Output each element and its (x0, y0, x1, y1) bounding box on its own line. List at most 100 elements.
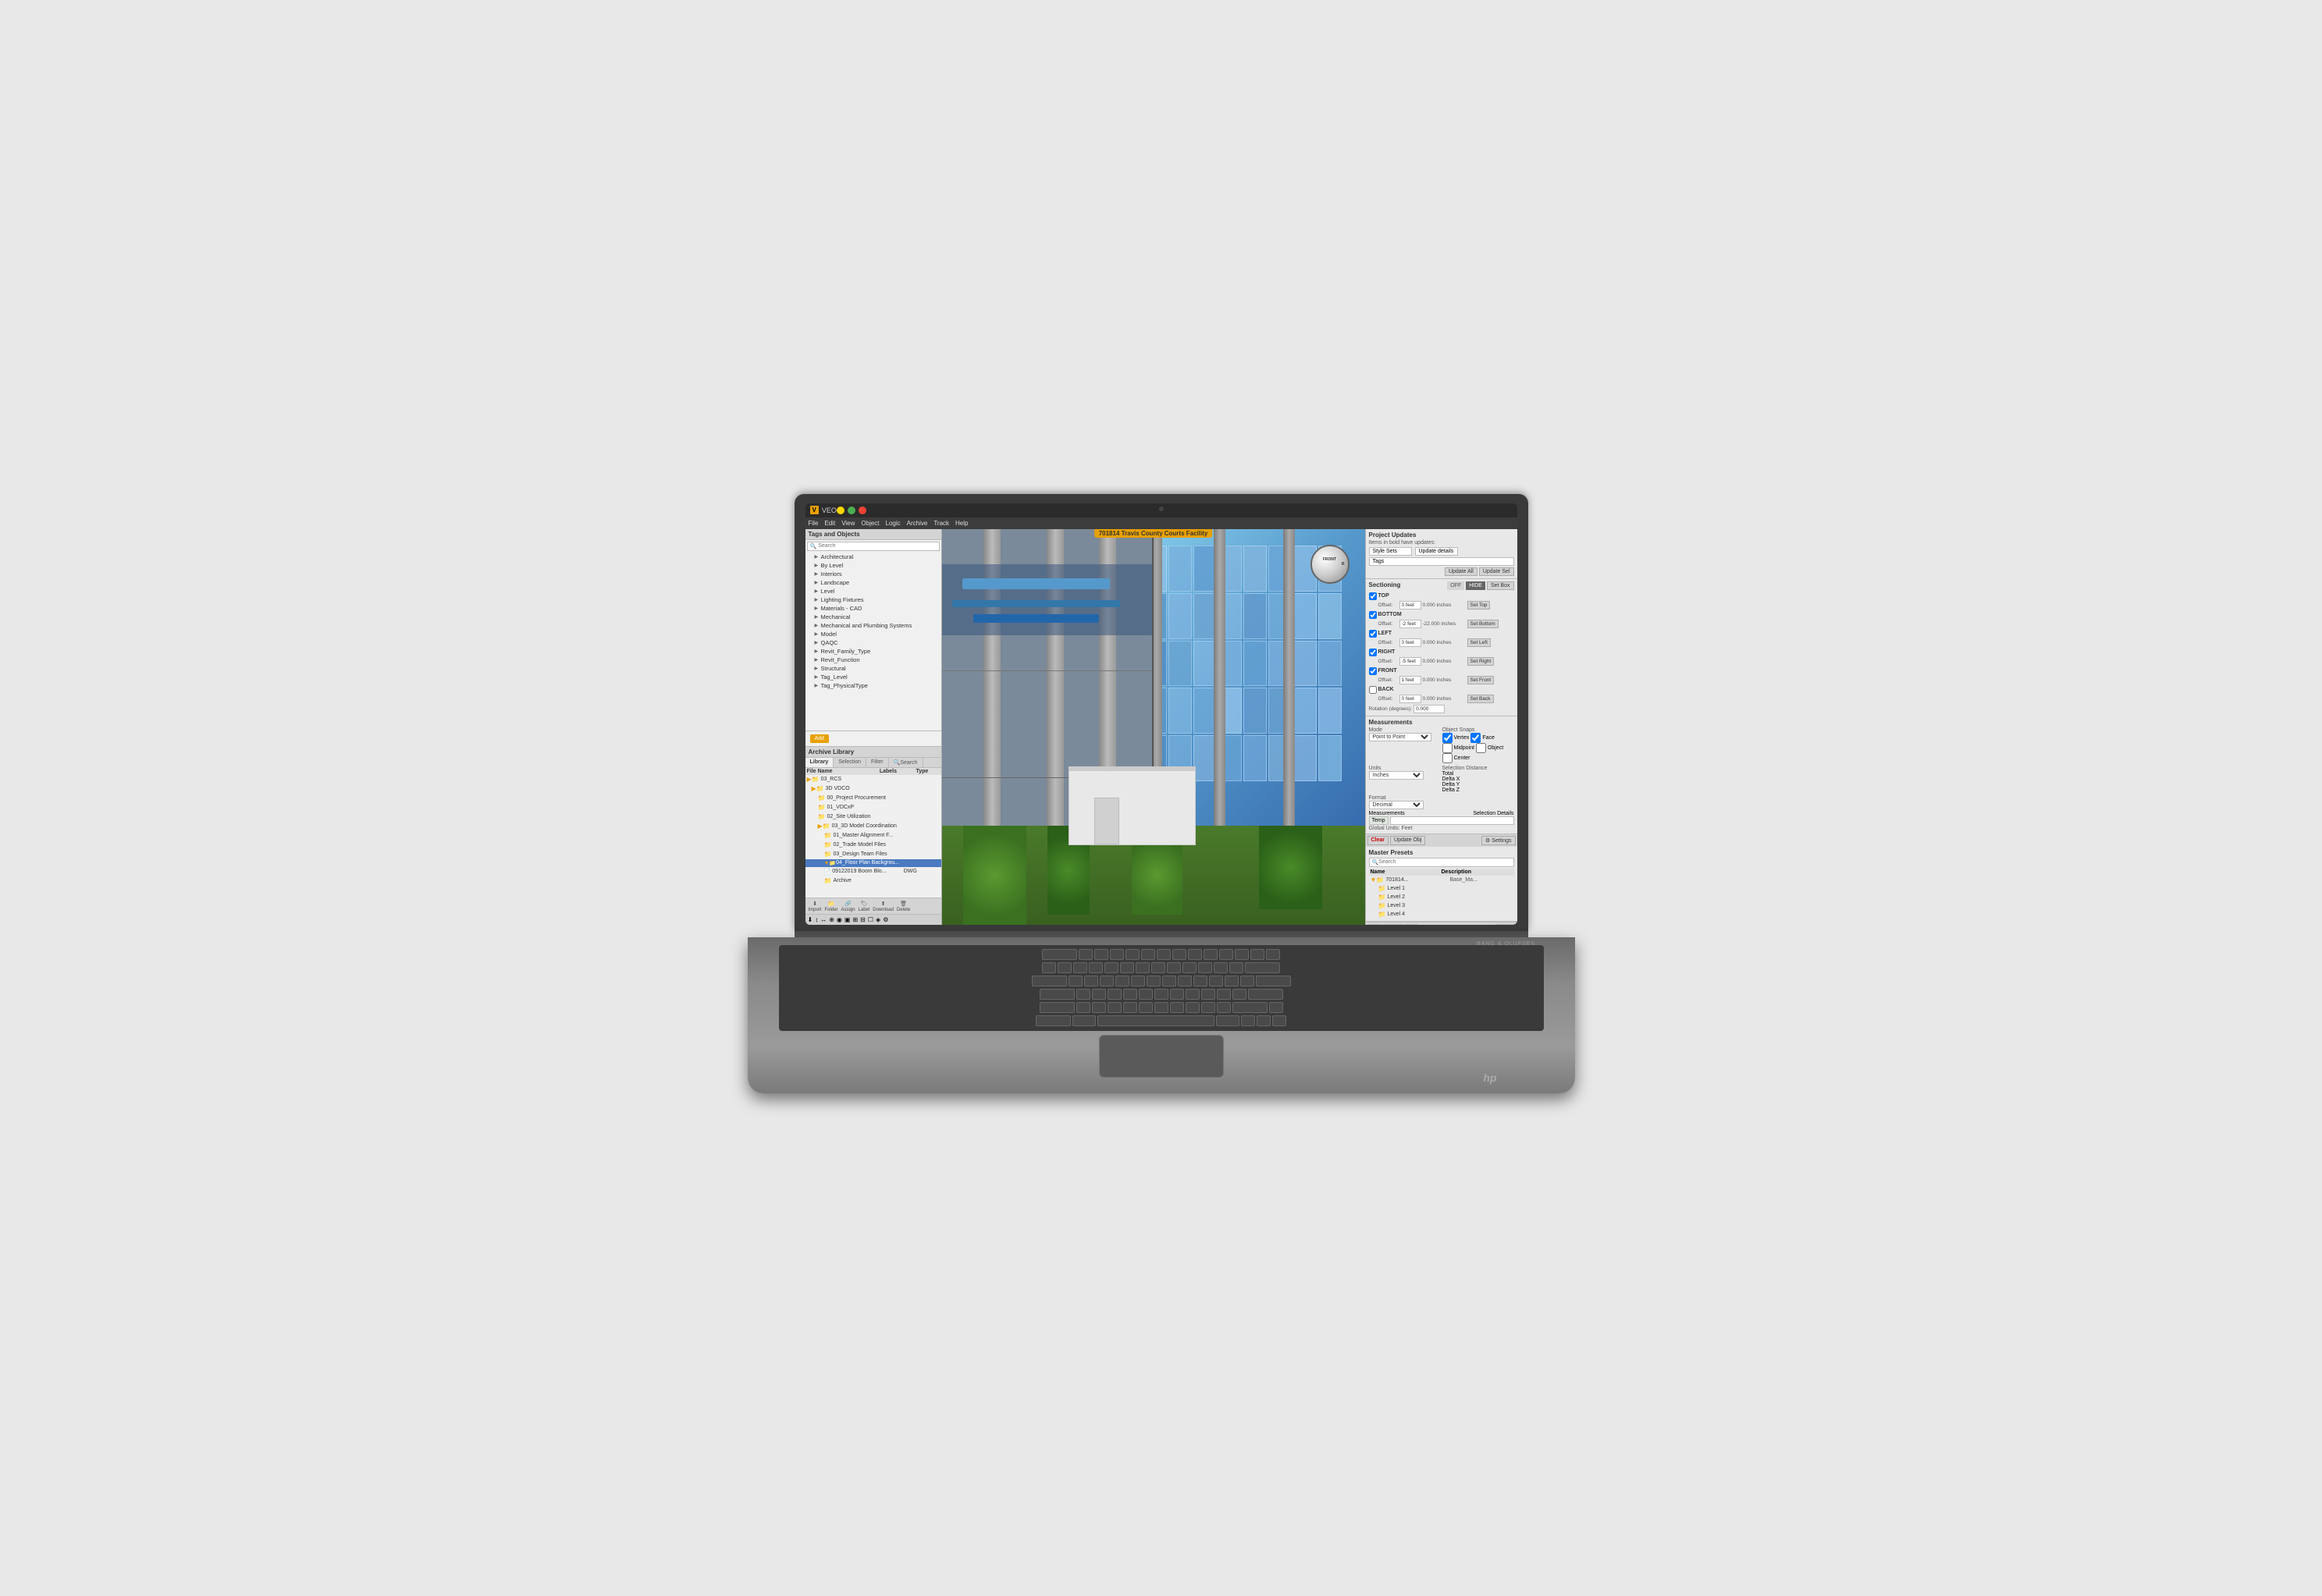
midpoint-checkbox[interactable] (1442, 743, 1453, 753)
delete-button[interactable]: 🗑 (898, 900, 909, 908)
key-enter[interactable] (1248, 989, 1283, 1000)
key-bracket-l[interactable] (1225, 976, 1239, 986)
mode-select[interactable]: Point to Point (1369, 733, 1431, 741)
key-comma[interactable] (1186, 1002, 1200, 1013)
sect-back-offset-input[interactable] (1399, 695, 1421, 703)
minimize-button[interactable] (837, 507, 845, 514)
key-r[interactable] (1115, 976, 1129, 986)
add-button[interactable]: Add (810, 734, 829, 743)
key-s[interactable] (1092, 989, 1106, 1000)
key-space[interactable] (1097, 1015, 1214, 1026)
key-p[interactable] (1209, 976, 1223, 986)
key-g[interactable] (1139, 989, 1153, 1000)
key-f3[interactable] (1110, 949, 1124, 960)
sect-front-checkbox[interactable] (1369, 667, 1377, 675)
key-semicolon[interactable] (1217, 989, 1231, 1000)
face-checkbox[interactable] (1470, 733, 1481, 743)
set-box-button[interactable]: Set Box (1487, 581, 1514, 590)
key-f12[interactable] (1250, 949, 1264, 960)
key-n[interactable] (1154, 1002, 1168, 1013)
menu-archive[interactable]: Archive (907, 520, 928, 527)
key-k[interactable] (1186, 989, 1200, 1000)
sect-left-offset-input[interactable] (1399, 638, 1421, 647)
key-8[interactable] (1167, 962, 1181, 973)
viewport[interactable]: 701814 Travis County Courts Facility (942, 529, 1365, 925)
touchpad[interactable] (1099, 1035, 1224, 1078)
key-f2[interactable] (1094, 949, 1108, 960)
key-alt[interactable] (1072, 1015, 1096, 1026)
sect-set-front-button[interactable]: Set Front (1467, 676, 1495, 684)
key-up[interactable] (1269, 1002, 1283, 1013)
key-c[interactable] (1108, 1002, 1122, 1013)
presets-group-button[interactable]: ⊞ Group (1383, 924, 1403, 925)
key-f8[interactable] (1188, 949, 1202, 960)
file-row-03design[interactable]: 📁 03_Design Team Files (805, 850, 941, 859)
tree-item-materials[interactable]: ▶ Materials - CAD (805, 604, 941, 613)
tree-item-tag-level[interactable]: ▶ Tag_Level (805, 673, 941, 681)
file-row-archive[interactable]: 📁 Archive (805, 876, 941, 886)
center-checkbox[interactable] (1442, 753, 1453, 763)
menu-file[interactable]: File (809, 520, 819, 527)
key-y[interactable] (1147, 976, 1161, 986)
sect-left-checkbox[interactable] (1369, 630, 1377, 638)
key-2[interactable] (1073, 962, 1087, 973)
preset-level2[interactable]: 📁 Level 2 (1369, 893, 1514, 901)
key-f1[interactable] (1079, 949, 1093, 960)
maximize-button[interactable] (848, 507, 855, 514)
update-sel-button[interactable]: Update Sel (1479, 567, 1514, 576)
tree-item-level[interactable]: ▶ Level (805, 587, 941, 595)
key-a[interactable] (1076, 989, 1090, 1000)
key-f4[interactable] (1125, 949, 1140, 960)
sect-bottom-offset-input[interactable] (1399, 620, 1421, 628)
assign-button[interactable]: 🔗 (843, 900, 853, 908)
key-t[interactable] (1131, 976, 1145, 986)
presets-add-button[interactable]: + Add (1367, 924, 1382, 925)
sect-set-bottom-button[interactable]: Set Bottom (1467, 620, 1499, 628)
file-row-09122019[interactable]: 📄 09122019 Boom Blo... DWG (805, 868, 941, 876)
import-button[interactable]: ⬇ (811, 900, 819, 908)
key-4[interactable] (1104, 962, 1118, 973)
tree-item-structural[interactable]: ▶ Structural (805, 664, 941, 673)
sect-hide-button[interactable]: HIDE (1466, 581, 1485, 590)
key-down[interactable] (1257, 1015, 1271, 1026)
file-row-04floor[interactable]: ▼📁 04_Floor Plan Backgrou... (805, 859, 941, 868)
file-row-00procurement[interactable]: 📁 00_Project Procurement (805, 794, 941, 803)
key-7[interactable] (1151, 962, 1165, 973)
key-left[interactable] (1241, 1015, 1255, 1026)
tree-item-mep[interactable]: ▶ Mechanical and Plumbing Systems (805, 621, 941, 630)
preset-level1[interactable]: 📁 Level 1 (1369, 884, 1514, 893)
key-backslash[interactable] (1256, 976, 1291, 986)
clear-button[interactable]: Clear (1367, 836, 1389, 845)
key-period[interactable] (1201, 1002, 1215, 1013)
key-w[interactable] (1084, 976, 1098, 986)
sect-set-left-button[interactable]: Set Left (1467, 638, 1491, 647)
sect-top-checkbox[interactable] (1369, 592, 1377, 600)
tree-item-interiors[interactable]: ▶ Interiors (805, 570, 941, 578)
tab-filter[interactable]: Filter (866, 758, 889, 767)
tab-library[interactable]: Library (805, 758, 834, 767)
menu-help[interactable]: Help (955, 520, 968, 527)
download-button[interactable]: ⬆ (880, 900, 887, 908)
tab-search[interactable]: 🔍Search (889, 758, 923, 767)
key-z[interactable] (1076, 1002, 1090, 1013)
key-backspace[interactable] (1245, 962, 1280, 973)
sect-set-back-button[interactable]: Set Back (1467, 695, 1494, 703)
tree-item-bylevel[interactable]: ▶ By Level (805, 561, 941, 570)
object-checkbox[interactable] (1476, 743, 1486, 753)
key-f6[interactable] (1157, 949, 1171, 960)
presets-delete-button[interactable]: 🗑 Delete (1495, 924, 1515, 925)
key-b[interactable] (1139, 1002, 1153, 1013)
menu-track[interactable]: Track (933, 520, 949, 527)
key-l[interactable] (1201, 989, 1215, 1000)
key-rshift[interactable] (1232, 1002, 1268, 1013)
key-x[interactable] (1092, 1002, 1106, 1013)
tree-item-architectural[interactable]: ▶ Architectural (805, 553, 941, 561)
tree-item-revit-function[interactable]: ▶ Revit_Function (805, 656, 941, 664)
preset-level3[interactable]: 📁 Level 3 (1369, 901, 1514, 910)
nav-sphere[interactable]: FRONT R (1310, 545, 1349, 584)
file-row-02site[interactable]: 📁 02_Site Utilization (805, 812, 941, 822)
vertex-checkbox[interactable] (1442, 733, 1453, 743)
rotation-input[interactable] (1413, 705, 1445, 713)
key-f[interactable] (1123, 989, 1137, 1000)
key-f7[interactable] (1172, 949, 1186, 960)
